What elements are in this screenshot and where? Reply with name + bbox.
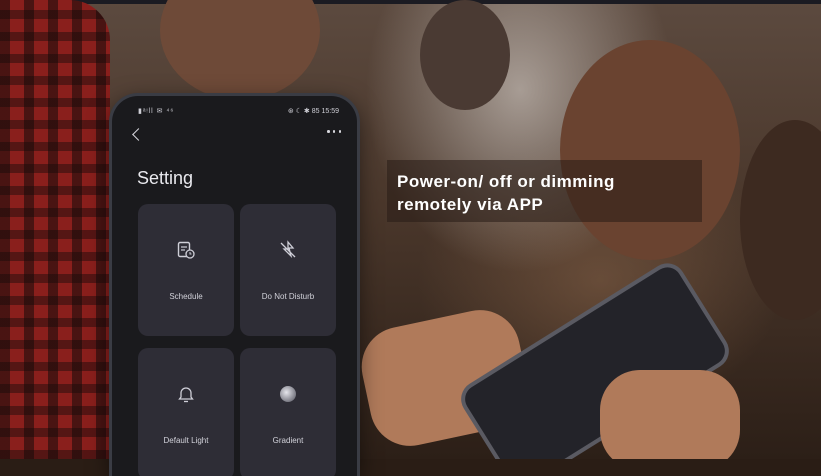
person-blur-right — [560, 40, 740, 260]
default-light-label: Default Light — [163, 436, 209, 445]
plaid-shirt — [0, 0, 110, 459]
hand-right — [600, 370, 740, 459]
page-title: Setting — [137, 168, 194, 188]
more-options-icon[interactable] — [327, 130, 341, 134]
caption-line-2: remotely via APP — [397, 195, 544, 214]
caption-line-1: Power-on/ off or dimming — [397, 172, 615, 191]
schedule-label: Schedule — [169, 292, 203, 301]
schedule-tile[interactable]: Schedule — [138, 204, 234, 336]
do-not-disturb-icon — [280, 240, 296, 259]
do-not-disturb-label: Do Not Disturb — [261, 292, 315, 301]
person-blur-far-right — [740, 120, 821, 320]
top-edge — [0, 0, 821, 4]
feature-caption: Power-on/ off or dimming remotely via AP… — [387, 160, 702, 222]
default-light-tile[interactable]: Default Light — [138, 348, 234, 476]
phone-mockup: ▮ᵃᵎll ✉ ⁴⁶ ⊛ ☾ ✱ 85 15:59 Setting Schedu… — [112, 96, 357, 476]
status-bar: ▮ᵃᵎll ✉ ⁴⁶ ⊛ ☾ ✱ 85 15:59 — [112, 96, 357, 120]
gradient-tile[interactable]: Gradient — [240, 348, 336, 476]
back-icon[interactable] — [132, 128, 145, 141]
person-blur — [420, 0, 510, 110]
status-right: ⊛ ☾ ✱ 85 15:59 — [287, 108, 339, 115]
person-head-blur — [160, 0, 320, 100]
do-not-disturb-tile[interactable]: Do Not Disturb — [240, 204, 336, 336]
bell-icon — [178, 387, 194, 403]
schedule-icon — [177, 241, 195, 259]
gradient-label: Gradient — [272, 436, 304, 445]
status-left: ▮ᵃᵎll ✉ ⁴⁶ — [138, 108, 175, 115]
gradient-dot-icon — [280, 386, 296, 402]
